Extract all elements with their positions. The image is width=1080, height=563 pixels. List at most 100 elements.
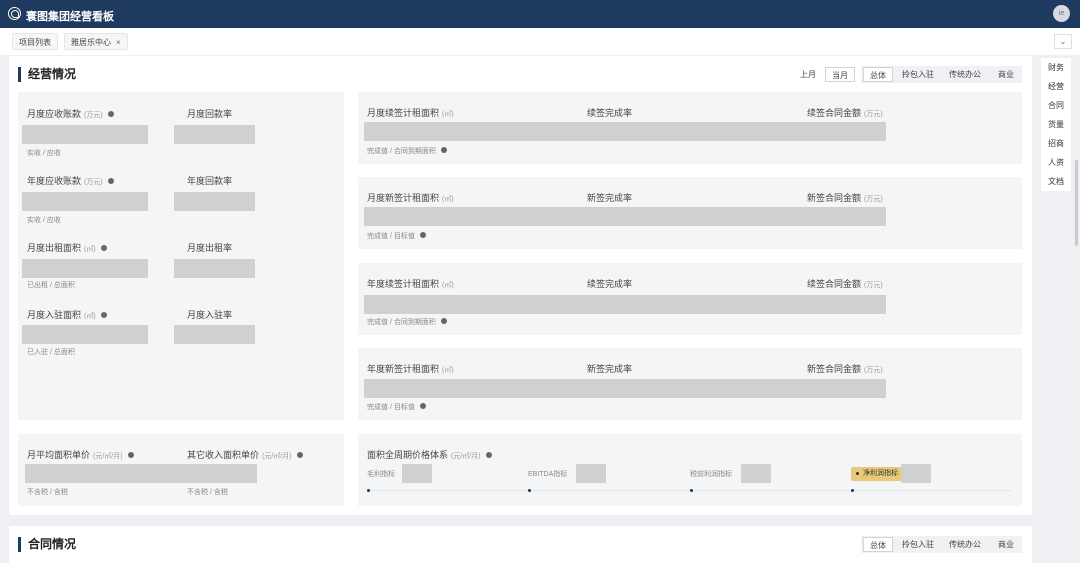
price-bar	[25, 464, 257, 483]
top-bar: 寰图集团经营看板 ie	[0, 0, 1080, 28]
avg-price-sub: 不含税 / 含税	[27, 489, 68, 496]
info-icon[interactable]	[419, 232, 426, 239]
value-bar	[364, 295, 886, 314]
price-system-card: 面积全周期价格体系 (元/㎡/月) 毛利指标 EBITDA指标 税前利润指标 净利…	[358, 434, 1022, 506]
avatar[interactable]: ie	[1053, 5, 1070, 22]
chevron-down-icon[interactable]: ⌄	[1054, 34, 1072, 49]
scope-commercial-button[interactable]: 商业	[991, 67, 1021, 82]
rate-label: 月度回款率	[187, 109, 233, 119]
nav-item-hr[interactable]: 人资	[1041, 153, 1071, 172]
info-icon[interactable]	[440, 318, 447, 325]
tab-project-list[interactable]: 项目列表	[12, 33, 58, 50]
tab-bar: 项目列表 雅居乐中心 × ⌄	[0, 28, 1080, 55]
metric-label: 月度入驻面积 (㎡)	[27, 308, 107, 321]
info-icon[interactable]	[107, 110, 114, 117]
info-icon[interactable]	[100, 311, 107, 318]
value-bar	[364, 379, 886, 398]
nav-item-documents[interactable]: 文档	[1041, 172, 1071, 191]
section-title-operations: 经营情况	[18, 67, 76, 82]
other-price-label: 其它收入面积单价 (元/㎡/月)	[187, 448, 303, 461]
indicator-label: 毛利指标	[367, 471, 395, 478]
metric-sub: 完成值 / 目标值	[367, 402, 426, 412]
rate-bar	[174, 259, 255, 278]
metric-label: 月度出租面积 (㎡)	[27, 241, 107, 254]
metric-label: 年度续签计租面积 (㎡)	[367, 279, 454, 289]
info-icon[interactable]	[419, 403, 426, 410]
axis-dot	[528, 489, 531, 492]
nav-item-contracts[interactable]: 合同	[1041, 96, 1071, 115]
operations-panel: 经营情况 上月 当月 总体 拎包入驻 传统办公 商业 月度应收账款 (万元) 月度…	[9, 56, 1032, 515]
rate-label: 年度回款率	[187, 176, 233, 186]
scrollbar[interactable]	[1075, 160, 1078, 246]
value-bar	[22, 325, 148, 344]
scope-overall-button[interactable]: 总体	[863, 67, 893, 82]
amount-label: 新签合同金额 (万元)	[807, 364, 883, 374]
info-icon[interactable]	[100, 244, 107, 251]
rate-bar	[174, 125, 255, 144]
nav-item-volume[interactable]: 货量	[1041, 115, 1071, 134]
scope-overall-button[interactable]: 总体	[863, 537, 893, 552]
scope-office-button[interactable]: 传统办公	[944, 537, 986, 552]
info-icon[interactable]	[107, 177, 114, 184]
metric-label: 年度新签计租面积 (㎡)	[367, 364, 454, 374]
info-icon[interactable]	[485, 451, 492, 458]
period-this-month-button[interactable]: 当月	[825, 67, 855, 82]
tab-yajule-center[interactable]: 雅居乐中心 ×	[64, 33, 128, 50]
value-bar	[22, 125, 148, 144]
lease-renewal-monthly-card: 月度续签计租面积 (㎡) 续签完成率 续签合同金额 (万元) 完成值 / 合同到期面…	[358, 92, 1022, 164]
value-bar	[364, 207, 886, 226]
info-icon[interactable]	[127, 451, 134, 458]
receivables-card: 月度应收账款 (万元) 月度回款率 实收 / 应收 年度应收账款 (万元) 年度回款…	[18, 92, 344, 420]
indicator-label: EBITDA指标	[528, 471, 568, 478]
avg-price-label: 月平均面积单价 (元/㎡/月)	[27, 448, 134, 461]
other-price-sub: 不含税 / 含税	[187, 489, 228, 496]
rate-label: 新签完成率	[587, 193, 633, 203]
section-title-contracts: 合同情况	[18, 537, 76, 552]
value-bar	[22, 192, 148, 211]
metric-sub: 已出租 / 总面积	[27, 282, 75, 289]
metric-sub: 实收 / 应收	[27, 150, 61, 157]
metric-sub: 完成值 / 合同到期面积	[367, 146, 447, 156]
rate-bar	[174, 325, 255, 344]
indicator-bar	[402, 464, 432, 483]
nav-item-operations[interactable]: 经营	[1041, 77, 1071, 96]
metric-sub: 已入驻 / 总面积	[27, 349, 75, 356]
indicator-bar	[741, 464, 771, 483]
rate-label: 月度出租率	[187, 243, 233, 253]
amount-label: 续签合同金额 (万元)	[807, 108, 883, 118]
rate-label: 新签完成率	[587, 364, 633, 374]
metric-label: 月度应收账款 (万元)	[27, 107, 114, 120]
unit-price-card: 月平均面积单价 (元/㎡/月) 其它收入面积单价 (元/㎡/月) 不含税 / 含税 …	[18, 434, 344, 506]
rate-bar	[174, 192, 255, 211]
rate-label: 月度入驻率	[187, 310, 233, 320]
metric-sub: 完成值 / 合同到期面积	[367, 317, 447, 327]
indicator-bar	[901, 464, 931, 483]
info-icon[interactable]	[296, 451, 303, 458]
scope-office-button[interactable]: 传统办公	[944, 67, 986, 82]
value-bar	[22, 259, 148, 278]
rate-label: 续签完成率	[587, 108, 633, 118]
tab-label: 雅居乐中心	[71, 38, 111, 47]
scope-commercial-button[interactable]: 商业	[991, 537, 1021, 552]
new-lease-yearly-card: 年度新签计租面积 (㎡) 新签完成率 新签合同金额 (万元) 完成值 / 目标值	[358, 348, 1022, 420]
price-system-label: 面积全周期价格体系 (元/㎡/月)	[367, 448, 492, 461]
info-icon[interactable]	[440, 147, 447, 154]
tab-label: 项目列表	[19, 38, 51, 47]
scope-furnished-button[interactable]: 拎包入驻	[897, 67, 939, 82]
value-bar	[364, 122, 886, 141]
indicator-label: 税前利润指标	[690, 471, 732, 478]
metric-label: 月度新签计租面积 (㎡)	[367, 193, 454, 203]
metric-label: 月度续签计租面积 (㎡)	[367, 108, 454, 118]
lease-renewal-yearly-card: 年度续签计租面积 (㎡) 续签完成率 续签合同金额 (万元) 完成值 / 合同到期面…	[358, 263, 1022, 335]
period-last-month-button[interactable]: 上月	[795, 67, 821, 82]
axis-dot	[851, 489, 854, 492]
nav-item-leasing[interactable]: 招商	[1041, 134, 1071, 153]
amount-label: 续签合同金额 (万元)	[807, 279, 883, 289]
rate-label: 续签完成率	[587, 279, 633, 289]
scope-furnished-button[interactable]: 拎包入驻	[897, 537, 939, 552]
app-title: 寰图集团经营看板	[26, 11, 114, 23]
contracts-panel: 合同情况 总体 拎包入驻 传统办公 商业	[9, 526, 1032, 563]
nav-item-finance[interactable]: 财务	[1041, 58, 1071, 77]
new-lease-monthly-card: 月度新签计租面积 (㎡) 新签完成率 新签合同金额 (万元) 完成值 / 目标值	[358, 177, 1022, 249]
close-icon[interactable]: ×	[116, 38, 121, 47]
